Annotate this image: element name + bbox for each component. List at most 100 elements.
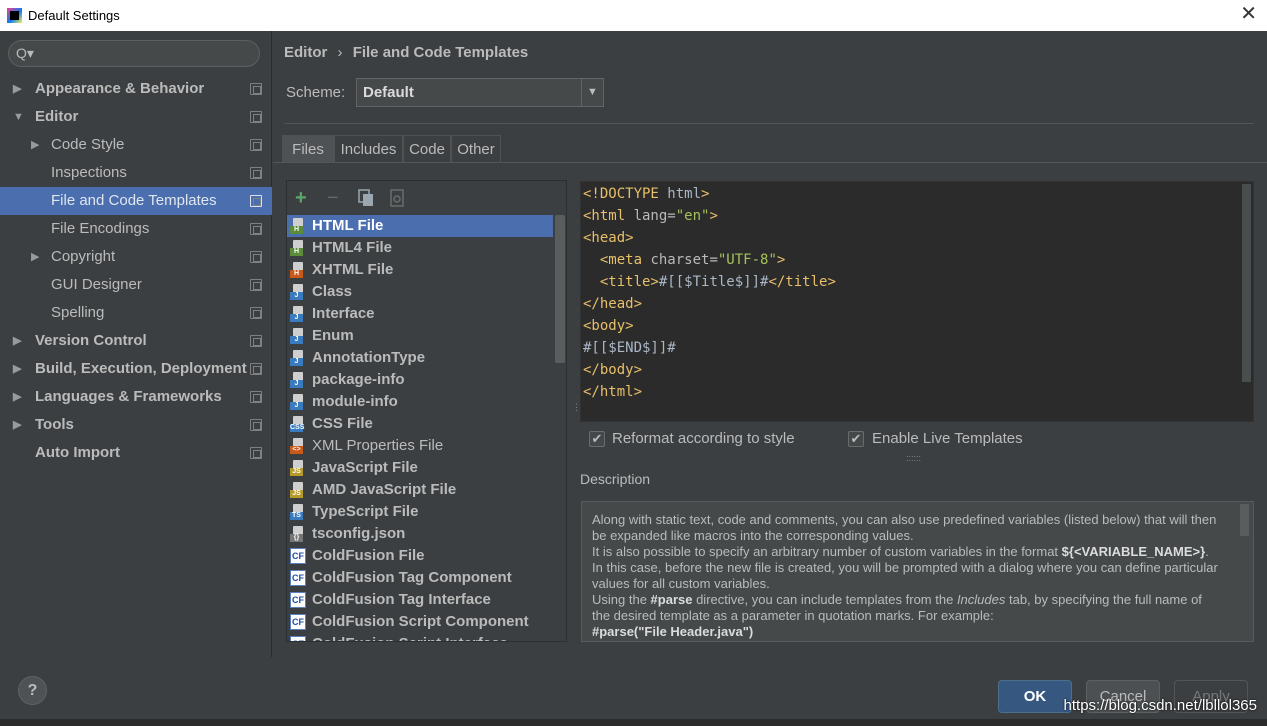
tab-files[interactable]: Files: [282, 135, 334, 162]
code-line: <html lang="en">: [583, 205, 718, 227]
sidebar-item-label: Version Control: [35, 332, 147, 349]
chevron-right-icon[interactable]: ▶: [13, 75, 21, 103]
file-name: AMD JavaScript File: [312, 481, 457, 498]
list-item[interactable]: J Enum: [287, 325, 553, 347]
list-item[interactable]: CSS CSS File: [287, 413, 553, 435]
sidebar-item-auto-import[interactable]: Auto Import: [0, 439, 272, 467]
sidebar-item-code-style[interactable]: ▶ Code Style: [0, 131, 272, 159]
code-line: #[[$END$]]#: [583, 337, 676, 359]
add-icon[interactable]: +: [295, 188, 307, 208]
sidebar-item-build-execution-deployment[interactable]: ▶ Build, Execution, Deployment: [0, 355, 272, 383]
list-item[interactable]: CF ColdFusion Tag Component: [287, 567, 553, 589]
file-name: ColdFusion Script Interface: [312, 633, 508, 641]
file-name: JavaScript File: [312, 459, 418, 476]
chevron-right-icon[interactable]: ▶: [13, 383, 21, 411]
file-name: XHTML File: [312, 261, 394, 278]
live-templates-label[interactable]: Enable Live Templates: [872, 430, 1023, 447]
file-name: ColdFusion Tag Interface: [312, 591, 491, 608]
list-item[interactable]: J AnnotationType: [287, 347, 553, 369]
remove-icon[interactable]: −: [327, 188, 339, 208]
list-item[interactable]: H HTML4 File: [287, 237, 553, 259]
scheme-dropdown[interactable]: Default ▼: [356, 78, 604, 107]
chevron-right-icon[interactable]: ▶: [31, 243, 39, 271]
description-scrollbar[interactable]: [1240, 504, 1249, 536]
list-item[interactable]: J Class: [287, 281, 553, 303]
list-item[interactable]: H XHTML File: [287, 259, 553, 281]
sidebar-item-spelling[interactable]: Spelling: [0, 299, 272, 327]
list-item[interactable]: JS AMD JavaScript File: [287, 479, 553, 501]
list-item[interactable]: CF ColdFusion Tag Interface: [287, 589, 553, 611]
code-token: <meta: [599, 252, 651, 268]
tab-code[interactable]: Code: [403, 135, 451, 162]
file-name: HTML4 File: [312, 239, 393, 256]
code-token: #[[$END$]]#: [583, 340, 676, 356]
sidebar-item-gui-designer[interactable]: GUI Designer: [0, 271, 272, 299]
live-templates-checkbox[interactable]: ✔: [848, 431, 864, 447]
sidebar-item-copyright[interactable]: ▶ Copyright: [0, 243, 272, 271]
file-type-icon: CF: [290, 548, 306, 564]
sidebar-item-languages-frameworks[interactable]: ▶ Languages & Frameworks: [0, 383, 272, 411]
breadcrumb: Editor › File and Code Templates: [284, 44, 528, 61]
list-item[interactable]: CF ColdFusion Script Component: [287, 611, 553, 633]
divider: [284, 123, 1254, 124]
editor-scrollbar[interactable]: [1242, 184, 1251, 382]
code-token: >: [709, 208, 718, 224]
sidebar-item-version-control[interactable]: ▶ Version Control: [0, 327, 272, 355]
reformat-label[interactable]: Reformat according to style: [612, 430, 795, 447]
list-item[interactable]: CF ColdFusion File: [287, 545, 553, 567]
sidebar-item-tools[interactable]: ▶ Tools: [0, 411, 272, 439]
file-name: Interface: [312, 305, 375, 322]
sidebar-item-file-encodings[interactable]: File Encodings: [0, 215, 272, 243]
scheme-label: Scheme:: [286, 84, 346, 101]
file-name: TypeScript File: [312, 503, 419, 520]
chevron-right-icon[interactable]: ▶: [13, 411, 21, 439]
list-item[interactable]: Jmodule-info: [287, 391, 553, 413]
copy-icon[interactable]: [357, 189, 375, 207]
breadcrumb-editor[interactable]: Editor: [284, 44, 327, 61]
project-scope-icon: [250, 139, 262, 151]
splitter-handle-2[interactable]: ::::::: [906, 454, 921, 463]
list-item[interactable]: <> XML Properties File: [287, 435, 553, 457]
reformat-checkbox[interactable]: ✔: [589, 431, 605, 447]
chevron-right-icon[interactable]: ▶: [13, 327, 21, 355]
file-name: XML Properties File: [312, 437, 444, 454]
template-editor[interactable]: <!DOCTYPE html> <html lang="en"> <head> <m…: [580, 181, 1254, 422]
chevron-down-icon[interactable]: ▼: [13, 103, 24, 131]
code-token: </title>: [768, 274, 836, 290]
chevron-right-icon[interactable]: ▶: [31, 131, 39, 159]
code-token: >: [776, 252, 786, 268]
desc-example: #parse("File Header.java"): [592, 624, 754, 639]
desc-includes: Includes: [956, 592, 1006, 607]
list-scrollbar[interactable]: [555, 215, 565, 363]
code-token: <title>: [599, 274, 659, 290]
desc-para-2: It is also possible to specify an arbitr…: [592, 544, 1062, 559]
file-name: Enum: [312, 327, 354, 344]
title-bar: Default Settings ✕: [0, 0, 1267, 31]
sidebar-item-editor[interactable]: ▼ Editor: [0, 103, 272, 131]
template-list-panel: + − H HTML File H HTML4 File H XHTML File J Cla…: [286, 180, 567, 642]
file-type-icon: H: [290, 262, 306, 278]
close-icon[interactable]: ✕: [1240, 4, 1257, 24]
tab-other[interactable]: Other: [451, 135, 501, 162]
list-item[interactable]: H HTML File: [287, 215, 553, 237]
sidebar-item-inspections[interactable]: Inspections: [0, 159, 272, 187]
list-item[interactable]: {} tsconfig.json: [287, 523, 553, 545]
list-item[interactable]: TS TypeScript File: [287, 501, 553, 523]
sidebar-item-label: Auto Import: [35, 444, 120, 461]
reset-icon[interactable]: [389, 189, 407, 207]
intellij-logo-icon: [7, 8, 22, 23]
file-name: tsconfig.json: [312, 525, 406, 542]
sidebar-item-appearance-behavior[interactable]: ▶ Appearance & Behavior: [0, 75, 272, 103]
list-item[interactable]: CF ColdFusion Script Interface: [287, 633, 553, 641]
ok-button[interactable]: OK: [998, 680, 1072, 713]
search-icon: Q▾: [16, 45, 34, 61]
list-item[interactable]: Jpackage-info: [287, 369, 553, 391]
list-item[interactable]: J Interface: [287, 303, 553, 325]
search-input[interactable]: Q▾: [8, 40, 260, 67]
help-button[interactable]: ?: [18, 676, 47, 705]
tab-includes[interactable]: Includes: [334, 135, 403, 162]
list-item[interactable]: JS JavaScript File: [287, 457, 553, 479]
sidebar-item-file-and-code-templates[interactable]: File and Code Templates: [0, 187, 272, 215]
chevron-right-icon[interactable]: ▶: [13, 355, 21, 383]
